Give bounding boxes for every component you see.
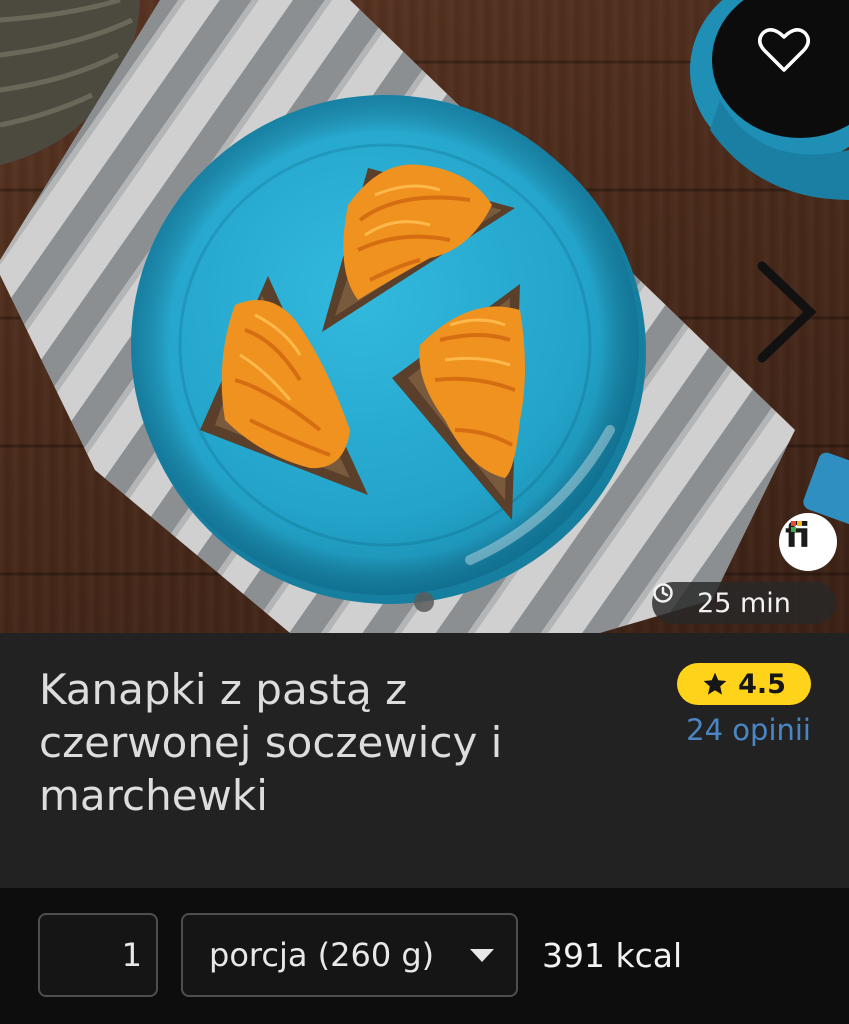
star-icon [703,672,727,695]
next-image-button[interactable] [752,260,832,370]
food-photo [0,0,849,633]
caret-down-icon [470,948,494,962]
carousel-indicator [414,592,434,612]
heart-outline-icon [758,28,810,72]
portion-controls: porcja (260 g) 391 kcal [0,888,849,1024]
fitatu-logo-icon: fi [785,516,810,553]
recipe-title: Kanapki z pastą z czerwonej soczewicy i … [39,665,503,820]
reviews-link[interactable]: 24 opinii [670,713,811,747]
calories-value: 391 kcal [542,936,683,975]
clock-icon [653,583,673,603]
rating-value: 4.5 [738,668,786,700]
rating-badge[interactable]: 4.5 [677,663,811,705]
recipe-hero-image: fi 25 min [0,0,849,633]
quantity-input[interactable] [38,913,158,997]
portion-unit-label: porcja (260 g) [209,936,435,974]
favorite-button[interactable] [758,27,818,83]
cook-time-text: 25 min [697,587,791,619]
cook-time-badge: 25 min [652,582,836,624]
source-logo[interactable]: fi [779,513,837,571]
portion-unit-select[interactable]: porcja (260 g) [181,913,518,997]
recipe-header: Kanapki z pastą z czerwonej soczewicy i … [0,633,849,888]
chevron-right-icon [757,261,816,363]
